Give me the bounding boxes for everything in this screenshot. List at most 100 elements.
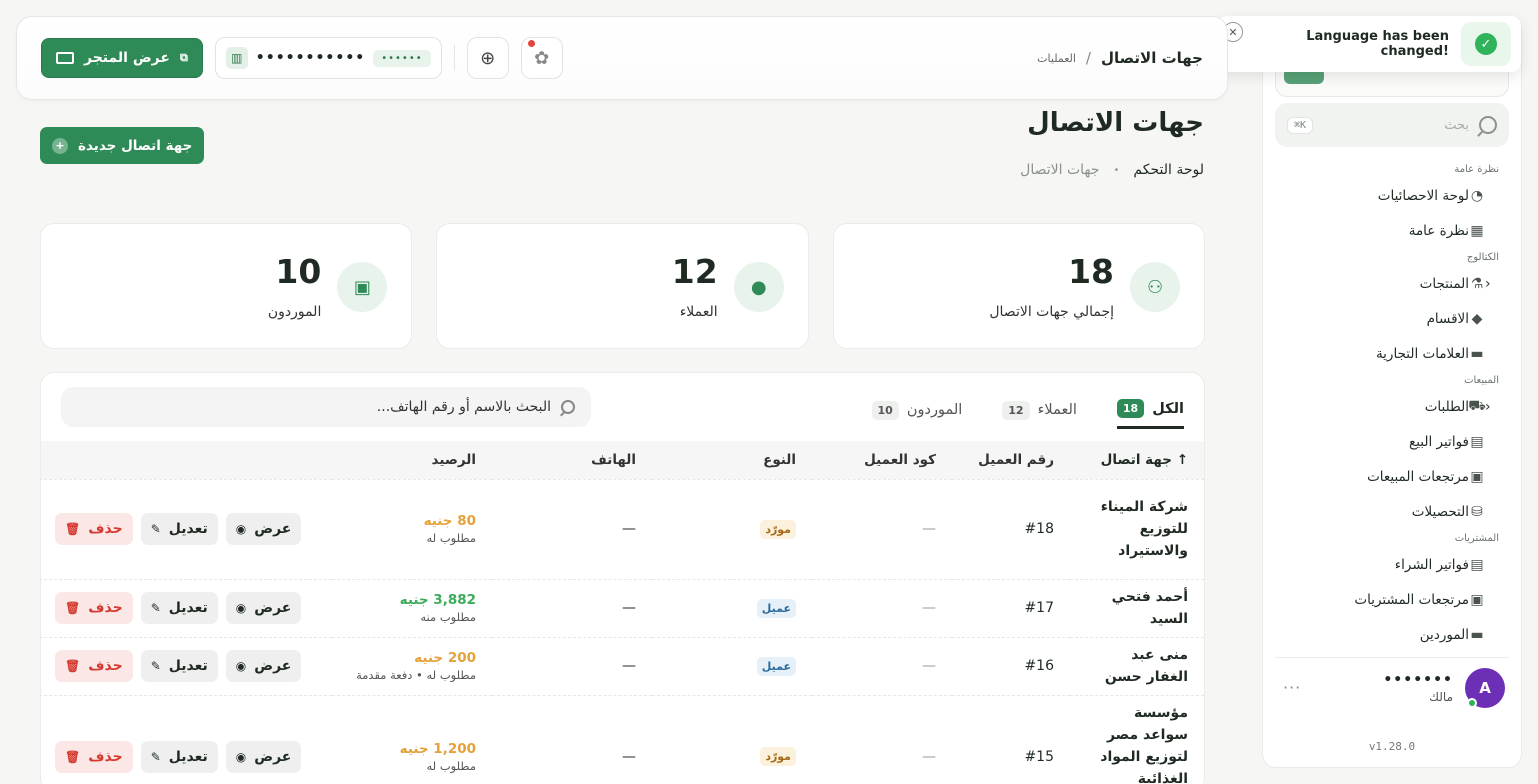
table-row[interactable]: مؤسسة سواعد مصر لتوزيع المواد الغذائية ب… xyxy=(41,694,1204,784)
sidebar-item[interactable]: لوحة الاحصائيات ◔ xyxy=(1263,178,1521,213)
breadcrumb-separator: / xyxy=(1085,49,1091,67)
bottle-icon: ⚗ xyxy=(1470,275,1484,292)
eye-icon: ◉ xyxy=(235,659,247,673)
edit-button[interactable]: تعديل ✎ xyxy=(140,740,218,773)
tab-label: العملاء xyxy=(1037,402,1077,418)
edit-button[interactable]: تعديل ✎ xyxy=(140,650,218,682)
settings-button[interactable]: ✿ xyxy=(520,37,563,79)
edit-label: تعديل xyxy=(168,600,208,616)
more-options-icon[interactable]: ··· xyxy=(1283,678,1301,697)
contact-name[interactable]: أحمد فتحي السيد xyxy=(1070,578,1204,637)
type-cell: عميل xyxy=(652,636,812,695)
edit-button[interactable]: تعديل ✎ xyxy=(140,513,218,545)
contact-name[interactable]: مؤسسة سواعد مصر لتوزيع المواد الغذائية ب… xyxy=(1070,694,1204,784)
sidebar-search[interactable]: بحث ⌘K xyxy=(1275,103,1509,147)
balance-amount: 3,882 جنيه xyxy=(399,592,476,608)
sidebar-item-label: الاقسام xyxy=(1426,310,1469,327)
sidebar-item[interactable]: ‹ الطلبات ⛟ xyxy=(1263,389,1521,424)
sidebar: بحث ⌘K نظرة عامة لوحة الاحصائيات ◔ نظرة … xyxy=(1262,16,1522,768)
balance-note: مطلوب له xyxy=(426,758,477,773)
table-row[interactable]: أحمد فتحي السيد #17 — عميل — 3,882 جنيه … xyxy=(41,578,1204,637)
tab-filter[interactable]: 10 الموردون xyxy=(871,391,962,429)
sidebar-item[interactable]: الاقسام ◆ xyxy=(1263,301,1521,336)
tab-label: الكل xyxy=(1152,400,1184,417)
user-profile[interactable]: A ••••••• مالك ··· xyxy=(1275,657,1509,717)
contact-name[interactable]: منى عبد الغفار حسن xyxy=(1070,636,1204,695)
delete-button[interactable]: حذف 🗑 xyxy=(55,650,133,682)
sidebar-item[interactable]: التحصيلات ⛁ xyxy=(1263,494,1521,529)
contact-name[interactable]: شركة الميناء للتوزيع والاستيراد xyxy=(1070,478,1204,579)
sidebar-item[interactable]: مرتجعات المشتريات ▣ xyxy=(1263,582,1521,617)
new-contact-button[interactable]: جهة اتصال جديدة + xyxy=(40,127,205,164)
view-store-label: عرض المتجر xyxy=(84,50,170,66)
store-icon xyxy=(56,52,74,64)
breadcrumb-parent[interactable]: العمليات xyxy=(1037,52,1076,65)
pencil-icon: ✎ xyxy=(150,749,161,764)
type-badge: مورّد xyxy=(760,519,796,539)
delete-label: حذف xyxy=(88,600,123,616)
col-phone[interactable]: الهاتف xyxy=(492,441,652,479)
view-button[interactable]: عرض ◉ xyxy=(225,592,302,624)
balance-amount: 200 جنيه xyxy=(414,650,476,666)
table-search[interactable]: البحث بالاسم أو رقم الهاتف... xyxy=(61,387,591,427)
table-row[interactable]: شركة الميناء للتوزيع والاستيراد #18 — مو… xyxy=(41,478,1204,579)
stat-label: الموردون xyxy=(267,304,322,320)
sidebar-item[interactable]: ‹ المنتجات ⚗ xyxy=(1263,266,1521,301)
stat-card: ● 12 العملاء xyxy=(436,223,809,349)
person-icon: ● xyxy=(733,262,784,312)
badge-icon: ▬ xyxy=(1470,345,1484,362)
crumb-dashboard[interactable]: لوحة التحكم xyxy=(1133,162,1204,178)
balance-note: مطلوب له • دفعة مقدمة xyxy=(356,668,476,682)
delete-button[interactable]: حذف 🗑 xyxy=(55,592,133,624)
language-button[interactable]: ⊕ xyxy=(466,37,509,79)
sidebar-item-label: فواتير البيع xyxy=(1409,433,1469,450)
sidebar-item[interactable]: نظرة عامة ▦ xyxy=(1263,213,1521,248)
delete-button[interactable]: حذف 🗑 xyxy=(55,513,133,545)
sidebar-item[interactable]: فواتير الشراء ▤ xyxy=(1263,547,1521,582)
sidebar-item[interactable]: مرتجعات المبيعات ▣ xyxy=(1263,459,1521,494)
view-button[interactable]: عرض ◉ xyxy=(225,650,302,682)
contacts-card: 18 الكل 12 العملاء 10 الموردون البحث بالاس… xyxy=(40,372,1205,784)
toast-message: Language has been changed! xyxy=(1306,29,1449,59)
view-store-button[interactable]: ⧉ عرض المتجر xyxy=(41,38,203,78)
view-label: عرض xyxy=(254,600,292,616)
branch-selector[interactable]: •••••• ••••••••••• ▥ xyxy=(214,37,442,79)
col-code[interactable]: كود العميل xyxy=(812,441,952,479)
search-icon xyxy=(1479,116,1497,134)
edit-label: تعديل xyxy=(168,658,208,674)
view-button[interactable]: عرض ◉ xyxy=(225,513,302,545)
tab-filter[interactable]: 12 العملاء xyxy=(1002,391,1077,429)
sidebar-item[interactable]: فواتير البيع ▤ xyxy=(1263,424,1521,459)
search-icon xyxy=(561,400,575,414)
type-cell: عميل xyxy=(652,578,812,637)
col-contact[interactable]: ↑ جهة اتصال xyxy=(1070,441,1204,479)
avatar[interactable]: A xyxy=(1465,667,1505,708)
type-cell: مورّد xyxy=(652,478,812,579)
sidebar-item[interactable]: العلامات التجارية ▬ xyxy=(1263,336,1521,371)
toast-notification: ✓ Language has been changed! ✕ xyxy=(1217,16,1521,72)
trash-icon: 🗑 xyxy=(65,522,81,536)
breadcrumb: جهات الاتصال / العمليات xyxy=(1037,49,1203,67)
tab-filter[interactable]: 18 الكل xyxy=(1116,391,1184,429)
customer-number: #17 xyxy=(952,578,1070,637)
coins-icon: ⛁ xyxy=(1471,503,1483,520)
col-balance[interactable]: الرصيد xyxy=(332,441,492,479)
stat-card: ⚇ 18 إجمالي جهات الاتصال xyxy=(832,223,1205,349)
contacts-table: ↑ جهة اتصال رقم العميل كود العميل النوع … xyxy=(41,441,1204,784)
col-type[interactable]: النوع xyxy=(652,441,812,479)
delete-button[interactable]: حذف 🗑 xyxy=(55,740,133,773)
view-button[interactable]: عرض ◉ xyxy=(225,740,302,773)
balance-cell: 200 جنيه مطلوب له • دفعة مقدمة xyxy=(332,636,492,695)
stats-cards: ⚇ 18 إجمالي جهات الاتصال ● 12 العملاء ▣ 10… xyxy=(40,223,1205,349)
actions-cell: عرض ◉ تعديل ✎ حذف 🗑 xyxy=(41,694,332,784)
col-number[interactable]: رقم العميل xyxy=(952,441,1070,479)
plus-icon: + xyxy=(52,137,68,154)
supplier-bag-icon: ▣ xyxy=(337,262,388,312)
gear-icon: ✿ xyxy=(534,47,550,69)
edit-button[interactable]: تعديل ✎ xyxy=(140,592,218,624)
pencil-icon: ✎ xyxy=(150,659,161,673)
stat-label: إجمالي جهات الاتصال xyxy=(989,304,1114,320)
crumb-dot: • xyxy=(1113,164,1120,176)
sidebar-item[interactable]: الموردين ▬ xyxy=(1263,617,1521,652)
table-row[interactable]: منى عبد الغفار حسن #16 — عميل — 200 جنيه… xyxy=(41,636,1204,695)
